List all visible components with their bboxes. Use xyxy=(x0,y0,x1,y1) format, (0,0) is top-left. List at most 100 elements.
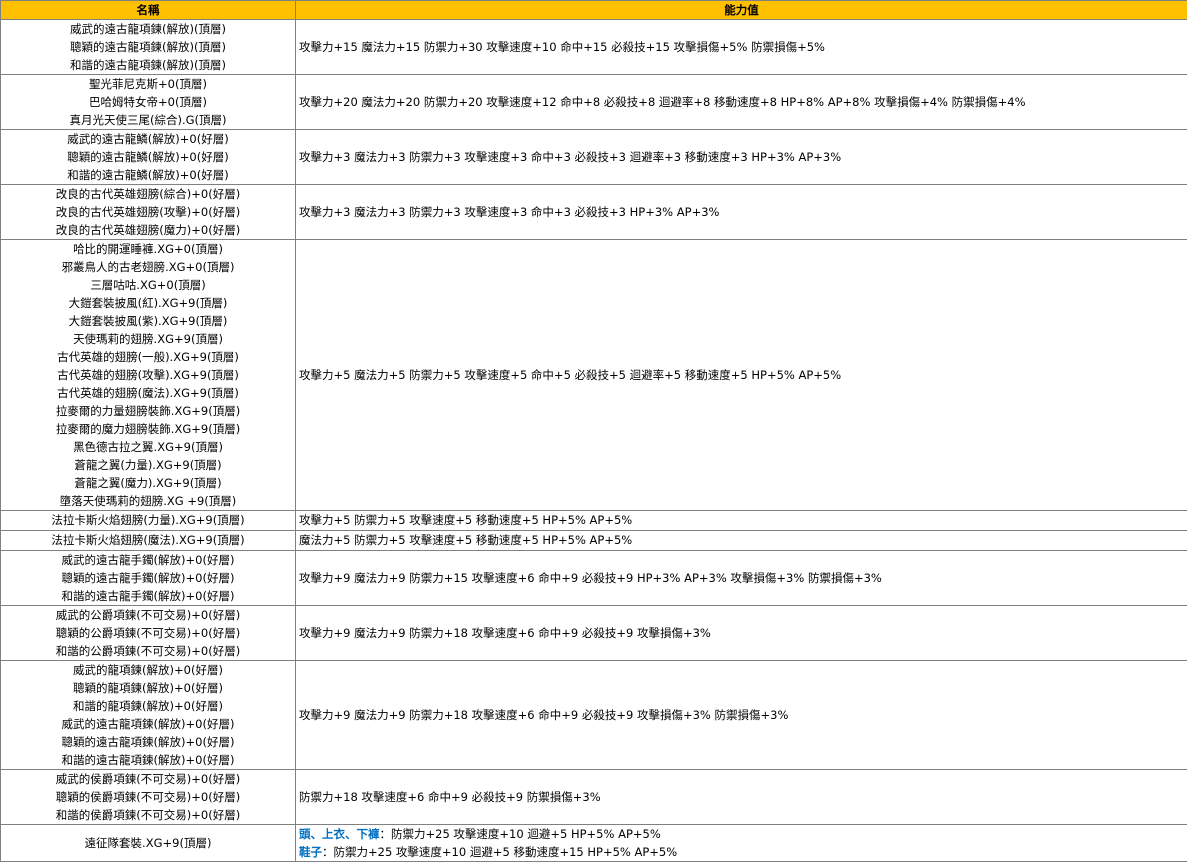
item-name-cell[interactable]: 法拉卡斯火焰翅膀(魔法).XG+9(頂層) xyxy=(1,531,296,551)
item-name: 法拉卡斯火焰翅膀(魔法).XG+9(頂層) xyxy=(1,531,295,550)
item-name: 聖光菲尼克斯+0(頂層) xyxy=(1,75,295,93)
table-row: 威武的遠古龍鱗(解放)+0(好層)聰穎的遠古龍鱗(解放)+0(好層)和諧的遠古龍… xyxy=(1,130,1187,185)
stats-cell[interactable]: 攻擊力+15 魔法力+15 防禦力+30 攻擊速度+10 命中+15 必殺技+1… xyxy=(296,20,1187,75)
item-name: 墮落天使瑪莉的翅膀.XG +9(頂層) xyxy=(1,492,295,510)
table-row: 改良的古代英雄翅膀(綜合)+0(好層)改良的古代英雄翅膀(攻擊)+0(好層)改良… xyxy=(1,185,1187,240)
item-name: 哈比的開運睡褲.XG+0(頂層) xyxy=(1,240,295,258)
item-name: 和諧的侯爵項鍊(不可交易)+0(好層) xyxy=(1,806,295,824)
item-name: 改良的古代英雄翅膀(綜合)+0(好層) xyxy=(1,185,295,203)
item-name: 拉麥爾的魔力翅膀裝飾.XG+9(頂層) xyxy=(1,420,295,438)
item-name: 威武的遠古龍項鍊(解放)(頂層) xyxy=(1,20,295,38)
stats-text: 攻擊力+5 防禦力+5 攻擊速度+5 移動速度+5 HP+5% AP+5% xyxy=(299,511,1187,530)
item-name: 古代英雄的翅膀(魔法).XG+9(頂層) xyxy=(1,384,295,402)
item-name: 邪叢鳥人的古老翅膀.XG+0(頂層) xyxy=(1,258,295,276)
stats-line-2: 鞋子：防禦力+25 攻擊速度+10 迴避+5 移動速度+15 HP+5% AP+… xyxy=(299,843,1187,861)
item-name: 蒼龍之翼(力量).XG+9(頂層) xyxy=(1,456,295,474)
stats-text: 攻擊力+15 魔法力+15 防禦力+30 攻擊速度+10 命中+15 必殺技+1… xyxy=(299,38,1187,56)
item-name: 黑色德古拉之翼.XG+9(頂層) xyxy=(1,438,295,456)
ability-table: 名稱 能力值 威武的遠古龍項鍊(解放)(頂層)聰穎的遠古龍項鍊(解放)(頂層)和… xyxy=(0,0,1187,862)
stats-cell[interactable]: 攻擊力+5 防禦力+5 攻擊速度+5 移動速度+5 HP+5% AP+5% xyxy=(296,511,1187,531)
table-row: 威武的侯爵項鍊(不可交易)+0(好層)聰穎的侯爵項鍊(不可交易)+0(好層)和諧… xyxy=(1,770,1187,825)
stats-cell[interactable]: 攻擊力+3 魔法力+3 防禦力+3 攻擊速度+3 命中+3 必殺技+3 HP+3… xyxy=(296,185,1187,240)
header-row: 名稱 能力值 xyxy=(1,1,1187,20)
item-name: 威武的公爵項鍊(不可交易)+0(好層) xyxy=(1,606,295,624)
item-name: 天使瑪莉的翅膀.XG+9(頂層) xyxy=(1,330,295,348)
stats-cell[interactable]: 攻擊力+9 魔法力+9 防禦力+18 攻擊速度+6 命中+9 必殺技+9 攻擊損… xyxy=(296,606,1187,661)
stats-cell[interactable]: 攻擊力+9 魔法力+9 防禦力+15 攻擊速度+6 命中+9 必殺技+9 HP+… xyxy=(296,551,1187,606)
item-name: 古代英雄的翅膀(攻擊).XG+9(頂層) xyxy=(1,366,295,384)
stats-text: 攻擊力+20 魔法力+20 防禦力+20 攻擊速度+12 命中+8 必殺技+8 … xyxy=(299,93,1187,111)
table-row: 法拉卡斯火焰翅膀(魔法).XG+9(頂層)魔法力+5 防禦力+5 攻擊速度+5 … xyxy=(1,531,1187,551)
table-row: 威武的公爵項鍊(不可交易)+0(好層)聰穎的公爵項鍊(不可交易)+0(好層)和諧… xyxy=(1,606,1187,661)
stats-text: 攻擊力+3 魔法力+3 防禦力+3 攻擊速度+3 命中+3 必殺技+3 HP+3… xyxy=(299,203,1187,221)
stats-line-1: 頭、上衣、下褲：防禦力+25 攻擊速度+10 迴避+5 HP+5% AP+5% xyxy=(299,825,1187,843)
stats-text: 攻擊力+3 魔法力+3 防禦力+3 攻擊速度+3 命中+3 必殺技+3 迴避率+… xyxy=(299,148,1187,166)
item-name: 和諧的遠古龍手鐲(解放)+0(好層) xyxy=(1,587,295,605)
stats-text: 攻擊力+9 魔法力+9 防禦力+15 攻擊速度+6 命中+9 必殺技+9 HP+… xyxy=(299,569,1187,587)
stats-text: ：防禦力+25 攻擊速度+10 迴避+5 HP+5% AP+5% xyxy=(380,827,661,841)
item-name: 改良的古代英雄翅膀(魔力)+0(好層) xyxy=(1,221,295,239)
stats-text: 魔法力+5 防禦力+5 攻擊速度+5 移動速度+5 HP+5% AP+5% xyxy=(299,531,1187,550)
item-name: 威武的遠古龍手鐲(解放)+0(好層) xyxy=(1,551,295,569)
slot-label: 頭、上衣、下褲 xyxy=(299,827,380,841)
stats-cell[interactable]: 攻擊力+5 魔法力+5 防禦力+5 攻擊速度+5 命中+5 必殺技+5 迴避率+… xyxy=(296,240,1187,511)
table-row: 威武的遠古龍手鐲(解放)+0(好層)聰穎的遠古龍手鐲(解放)+0(好層)和諧的遠… xyxy=(1,551,1187,606)
stats-text: ：防禦力+25 攻擊速度+10 迴避+5 移動速度+15 HP+5% AP+5% xyxy=(322,845,677,859)
item-name: 和諧的遠古龍項鍊(解放)(頂層) xyxy=(1,56,295,74)
stats-text: 攻擊力+9 魔法力+9 防禦力+18 攻擊速度+6 命中+9 必殺技+9 攻擊損… xyxy=(299,624,1187,642)
item-name: 改良的古代英雄翅膀(攻擊)+0(好層) xyxy=(1,203,295,221)
item-name: 三層咕咕.XG+0(頂層) xyxy=(1,276,295,294)
stats-cell[interactable]: 攻擊力+3 魔法力+3 防禦力+3 攻擊速度+3 命中+3 必殺技+3 迴避率+… xyxy=(296,130,1187,185)
header-name[interactable]: 名稱 xyxy=(1,1,296,20)
stats-cell[interactable]: 攻擊力+9 魔法力+9 防禦力+18 攻擊速度+6 命中+9 必殺技+9 攻擊損… xyxy=(296,661,1187,770)
item-name: 和諧的公爵項鍊(不可交易)+0(好層) xyxy=(1,642,295,660)
table-row: 威武的遠古龍項鍊(解放)(頂層)聰穎的遠古龍項鍊(解放)(頂層)和諧的遠古龍項鍊… xyxy=(1,20,1187,75)
item-name: 威武的侯爵項鍊(不可交易)+0(好層) xyxy=(1,770,295,788)
item-name-cell[interactable]: 威武的遠古龍手鐲(解放)+0(好層)聰穎的遠古龍手鐲(解放)+0(好層)和諧的遠… xyxy=(1,551,296,606)
table-row: 威武的龍項鍊(解放)+0(好層)聰穎的龍項鍊(解放)+0(好層)和諧的龍項鍊(解… xyxy=(1,661,1187,770)
header-ability[interactable]: 能力值 xyxy=(296,1,1187,20)
item-name: 威武的遠古龍鱗(解放)+0(好層) xyxy=(1,130,295,148)
stats-text: 攻擊力+5 魔法力+5 防禦力+5 攻擊速度+5 命中+5 必殺技+5 迴避率+… xyxy=(299,366,1187,384)
item-name-cell[interactable]: 威武的侯爵項鍊(不可交易)+0(好層)聰穎的侯爵項鍊(不可交易)+0(好層)和諧… xyxy=(1,770,296,825)
stats-text: 防禦力+18 攻擊速度+6 命中+9 必殺技+9 防禦損傷+3% xyxy=(299,788,1187,806)
item-name-cell[interactable]: 聖光菲尼克斯+0(頂層)巴哈姆特女帝+0(頂層)真月光天使三尾(綜合).G(頂層… xyxy=(1,75,296,130)
stats-text: 攻擊力+9 魔法力+9 防禦力+18 攻擊速度+6 命中+9 必殺技+9 攻擊損… xyxy=(299,706,1187,724)
item-name: 古代英雄的翅膀(一般).XG+9(頂層) xyxy=(1,348,295,366)
stats-cell[interactable]: 魔法力+5 防禦力+5 攻擊速度+5 移動速度+5 HP+5% AP+5% xyxy=(296,531,1187,551)
item-name: 和諧的遠古龍鱗(解放)+0(好層) xyxy=(1,166,295,184)
table-row: 哈比的開運睡褲.XG+0(頂層)邪叢鳥人的古老翅膀.XG+0(頂層)三層咕咕.X… xyxy=(1,240,1187,511)
item-name-cell[interactable]: 威武的遠古龍鱗(解放)+0(好層)聰穎的遠古龍鱗(解放)+0(好層)和諧的遠古龍… xyxy=(1,130,296,185)
item-name: 拉麥爾的力量翅膀裝飾.XG+9(頂層) xyxy=(1,402,295,420)
item-name-cell[interactable]: 改良的古代英雄翅膀(綜合)+0(好層)改良的古代英雄翅膀(攻擊)+0(好層)改良… xyxy=(1,185,296,240)
stats-cell[interactable]: 防禦力+18 攻擊速度+6 命中+9 必殺技+9 防禦損傷+3% xyxy=(296,770,1187,825)
item-name: 聰穎的遠古龍手鐲(解放)+0(好層) xyxy=(1,569,295,587)
table-row: 法拉卡斯火焰翅膀(力量).XG+9(頂層)攻擊力+5 防禦力+5 攻擊速度+5 … xyxy=(1,511,1187,531)
item-name: 聰穎的龍項鍊(解放)+0(好層) xyxy=(1,679,295,697)
item-name: 聰穎的公爵項鍊(不可交易)+0(好層) xyxy=(1,624,295,642)
item-name: 大鎧套裝披風(紫).XG+9(頂層) xyxy=(1,312,295,330)
item-name: 聰穎的遠古龍項鍊(解放)(頂層) xyxy=(1,38,295,56)
item-name-cell[interactable]: 法拉卡斯火焰翅膀(力量).XG+9(頂層) xyxy=(1,511,296,531)
slot-label: 鞋子 xyxy=(299,845,322,859)
item-name: 大鎧套裝披風(紅).XG+9(頂層) xyxy=(1,294,295,312)
item-name: 巴哈姆特女帝+0(頂層) xyxy=(1,93,295,111)
table-row: 聖光菲尼克斯+0(頂層)巴哈姆特女帝+0(頂層)真月光天使三尾(綜合).G(頂層… xyxy=(1,75,1187,130)
item-name: 和諧的龍項鍊(解放)+0(好層) xyxy=(1,697,295,715)
item-name: 聰穎的遠古龍鱗(解放)+0(好層) xyxy=(1,148,295,166)
item-name: 遠征隊套裝.XG+9(頂層) xyxy=(1,834,295,852)
item-name: 威武的龍項鍊(解放)+0(好層) xyxy=(1,661,295,679)
item-name: 真月光天使三尾(綜合).G(頂層) xyxy=(1,111,295,129)
item-name-cell[interactable]: 哈比的開運睡褲.XG+0(頂層)邪叢鳥人的古老翅膀.XG+0(頂層)三層咕咕.X… xyxy=(1,240,296,511)
item-name: 和諧的遠古龍項鍊(解放)+0(好層) xyxy=(1,751,295,769)
item-name: 蒼龍之翼(魔力).XG+9(頂層) xyxy=(1,474,295,492)
item-name-cell[interactable]: 威武的公爵項鍊(不可交易)+0(好層)聰穎的公爵項鍊(不可交易)+0(好層)和諧… xyxy=(1,606,296,661)
stats-cell[interactable]: 攻擊力+20 魔法力+20 防禦力+20 攻擊速度+12 命中+8 必殺技+8 … xyxy=(296,75,1187,130)
item-name: 聰穎的遠古龍項鍊(解放)+0(好層) xyxy=(1,733,295,751)
item-name: 法拉卡斯火焰翅膀(力量).XG+9(頂層) xyxy=(1,511,295,530)
item-name-cell[interactable]: 威武的遠古龍項鍊(解放)(頂層)聰穎的遠古龍項鍊(解放)(頂層)和諧的遠古龍項鍊… xyxy=(1,20,296,75)
item-name: 威武的遠古龍項鍊(解放)+0(好層) xyxy=(1,715,295,733)
item-name: 聰穎的侯爵項鍊(不可交易)+0(好層) xyxy=(1,788,295,806)
table-body: 威武的遠古龍項鍊(解放)(頂層)聰穎的遠古龍項鍊(解放)(頂層)和諧的遠古龍項鍊… xyxy=(1,20,1187,862)
item-name-cell[interactable]: 威武的龍項鍊(解放)+0(好層)聰穎的龍項鍊(解放)+0(好層)和諧的龍項鍊(解… xyxy=(1,661,296,770)
